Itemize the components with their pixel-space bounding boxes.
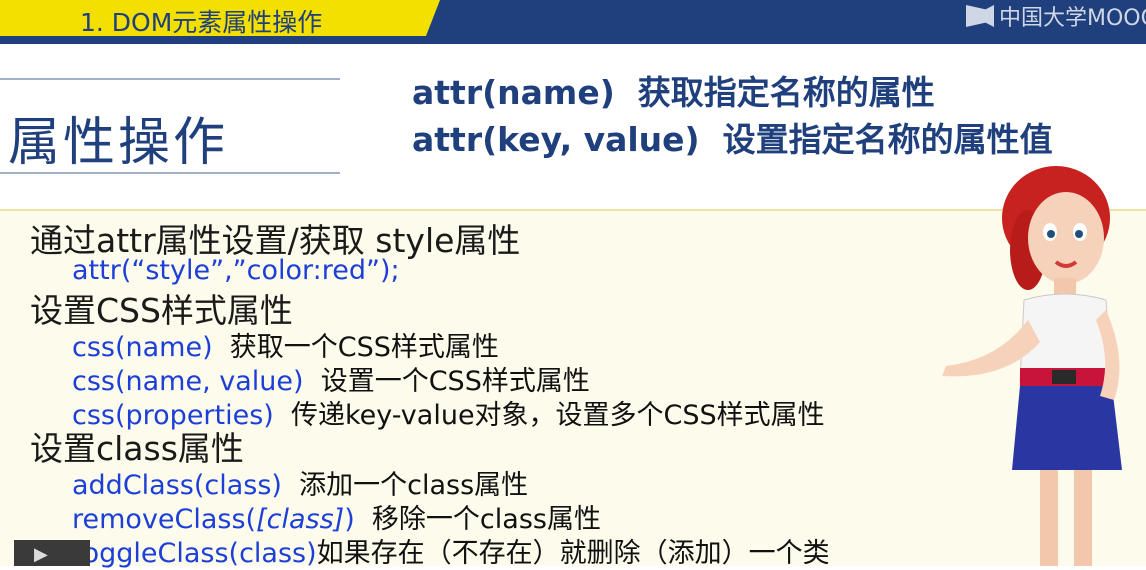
list-item-toggleclass: toggleClass(class)如果存在（不存在）就删除（添加）一个类 bbox=[72, 538, 830, 569]
skirt-shape bbox=[1012, 386, 1122, 470]
api-code: attr(key, value) bbox=[412, 120, 700, 159]
api-line-attr-get: attr(name) 获取指定名称的属性 bbox=[412, 66, 935, 114]
example-attr-style: attr(“style”,”color:red”); bbox=[72, 255, 400, 286]
divider-top bbox=[0, 78, 340, 80]
slide-title: 1. DOM元素属性操作 bbox=[80, 8, 323, 37]
mooc-logo: 中国大学MOOC bbox=[966, 2, 1146, 31]
mooc-logo-icon bbox=[966, 5, 994, 27]
face-shape bbox=[1028, 192, 1104, 284]
presenter-illustration bbox=[942, 166, 1122, 566]
divider-bottom bbox=[0, 172, 340, 174]
api-code: attr(name) bbox=[412, 73, 615, 112]
video-play-control[interactable]: ▶ bbox=[14, 540, 90, 566]
logo-text: 中国大学MOOC bbox=[999, 6, 1146, 31]
section-title: 属性操作 bbox=[8, 113, 229, 173]
api-desc: 获取指定名称的属性 bbox=[637, 73, 935, 112]
api-line-attr-set: attr(key, value) 设置指定名称的属性值 bbox=[412, 113, 1053, 161]
play-icon[interactable]: ▶ bbox=[34, 544, 48, 565]
api-desc: 设置指定名称的属性值 bbox=[722, 120, 1053, 159]
